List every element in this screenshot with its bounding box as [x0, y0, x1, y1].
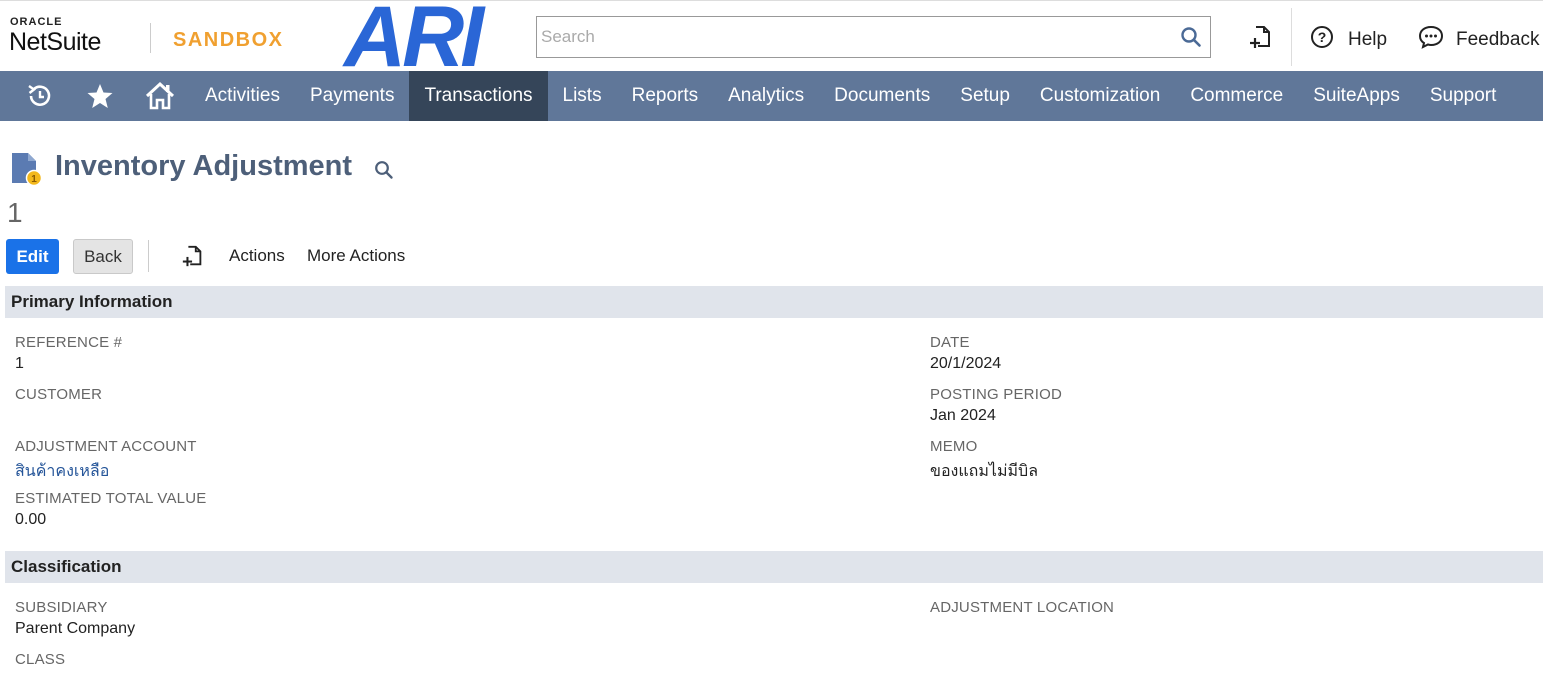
nav-item-activities[interactable]: Activities — [190, 71, 295, 121]
recent-records-icon[interactable] — [0, 71, 70, 121]
memo-value: ของแถมไม่มีบิล — [930, 463, 1039, 480]
actions-menu[interactable]: Actions — [229, 246, 285, 266]
class-label: CLASS — [15, 651, 66, 668]
search-input[interactable] — [541, 23, 1161, 51]
edit-button[interactable]: Edit — [6, 239, 59, 274]
help-icon: ? — [1310, 25, 1334, 55]
oracle-logo-text: ORACLE — [10, 16, 63, 28]
svg-text:1: 1 — [31, 174, 37, 185]
home-icon[interactable] — [130, 71, 190, 121]
back-button[interactable]: Back — [73, 239, 133, 274]
star-icon[interactable] — [70, 71, 130, 121]
create-new-record-icon[interactable] — [181, 244, 205, 273]
global-search[interactable] — [536, 16, 1211, 58]
nav-item-support[interactable]: Support — [1415, 71, 1512, 121]
section-header-primary-information[interactable]: Primary Information — [5, 286, 1543, 318]
memo-label: MEMO — [930, 438, 978, 455]
nav-item-commerce[interactable]: Commerce — [1175, 71, 1298, 121]
record-number: 1 — [7, 197, 23, 228]
section-header-classification[interactable]: Classification — [5, 551, 1543, 583]
feedback-icon — [1418, 25, 1444, 55]
adjustment-account-label: ADJUSTMENT ACCOUNT — [15, 438, 197, 455]
nav-item-lists[interactable]: Lists — [548, 71, 617, 121]
transaction-record-icon: 1 — [10, 151, 44, 192]
create-new-record-icon[interactable] — [1248, 24, 1274, 55]
nav-item-payments[interactable]: Payments — [295, 71, 409, 121]
adjustment-account-link[interactable]: สินค้าคงเหลือ — [15, 459, 109, 484]
company-logo: ARI — [344, 0, 484, 85]
sandbox-label: SANDBOX — [173, 29, 284, 51]
date-value: 20/1/2024 — [930, 355, 1002, 372]
page-title: Inventory Adjustment — [55, 150, 353, 182]
nav-item-analytics[interactable]: Analytics — [713, 71, 819, 121]
nav-item-suiteapps[interactable]: SuiteApps — [1298, 71, 1415, 121]
search-icon[interactable] — [374, 160, 394, 185]
search-icon[interactable] — [1180, 26, 1202, 53]
header-divider — [1291, 8, 1292, 66]
nav-item-documents[interactable]: Documents — [819, 71, 945, 121]
reference-label: REFERENCE # — [15, 334, 123, 351]
more-actions-menu[interactable]: More Actions — [307, 246, 405, 266]
nav-item-reports[interactable]: Reports — [617, 71, 714, 121]
posting-period-value: Jan 2024 — [930, 407, 996, 424]
svg-text:?: ? — [1318, 29, 1327, 45]
feedback-link[interactable]: Feedback — [1418, 25, 1539, 55]
nav-item-customization[interactable]: Customization — [1025, 71, 1175, 121]
main-navigation: Activities Payments Transactions Lists R… — [0, 71, 1543, 121]
help-link[interactable]: ? Help — [1310, 25, 1387, 55]
feedback-label: Feedback — [1456, 29, 1540, 50]
logo-divider — [150, 23, 151, 53]
help-label: Help — [1348, 29, 1388, 50]
nav-item-transactions[interactable]: Transactions — [409, 71, 548, 121]
netsuite-logo-text[interactable]: NetSuite — [9, 28, 101, 57]
adjustment-location-label: ADJUSTMENT LOCATION — [930, 599, 1115, 616]
subsidiary-label: SUBSIDIARY — [15, 599, 108, 616]
customer-label: CUSTOMER — [15, 386, 103, 403]
subsidiary-value: Parent Company — [15, 620, 136, 637]
nav-item-setup[interactable]: Setup — [945, 71, 1025, 121]
estimated-total-value: 0.00 — [15, 511, 47, 528]
top-header: ORACLE NetSuite SANDBOX ARI ? Help Feedb… — [0, 0, 1543, 80]
date-label: DATE — [930, 334, 970, 351]
estimated-total-label: ESTIMATED TOTAL VALUE — [15, 490, 207, 507]
reference-value: 1 — [15, 355, 24, 372]
toolbar-divider — [148, 240, 149, 272]
posting-period-label: POSTING PERIOD — [930, 386, 1062, 403]
